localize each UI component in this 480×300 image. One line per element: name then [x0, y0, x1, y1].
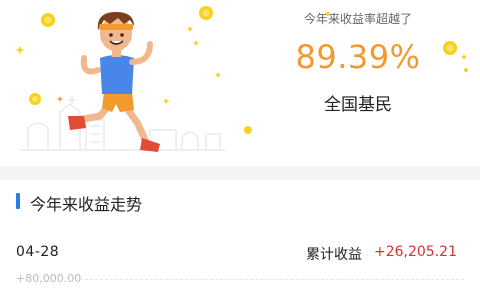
trend-section-header: 今年来收益走势: [0, 180, 480, 224]
hero-text-block: 今年来收益率超越了 89.39% 全国基民: [258, 0, 480, 166]
chart-axis-label: +80,000.00: [16, 272, 82, 285]
hero-banner: 今年来收益率超越了 89.39% 全国基民: [0, 0, 480, 166]
trend-stats-row: 04-28 累计收益 +26,205.21: [0, 238, 480, 268]
coin-icon: [244, 126, 252, 134]
runner-illustration: [15, 6, 252, 152]
hero-rank-label: 全国基民: [324, 95, 392, 115]
cumulative-earnings-value: +26,205.21: [374, 244, 457, 260]
chart-gridline: [80, 279, 464, 280]
trend-date: 04-28: [16, 244, 60, 260]
cumulative-earnings-label: 累计收益: [306, 247, 362, 263]
coin-icon: [443, 41, 468, 72]
coin-icon: [41, 13, 55, 27]
sparkle-icon: [326, 12, 330, 16]
hero-caption: 今年来收益率超越了: [303, 12, 412, 26]
beat-percentage: 89.39%: [295, 38, 421, 76]
sparkle-icon: [57, 96, 63, 102]
section-divider: [0, 166, 480, 180]
section-accent-bar: [16, 193, 20, 209]
coin-icon: [29, 93, 41, 105]
section-title: 今年来收益走势: [30, 195, 143, 214]
coin-icon: [199, 6, 213, 20]
